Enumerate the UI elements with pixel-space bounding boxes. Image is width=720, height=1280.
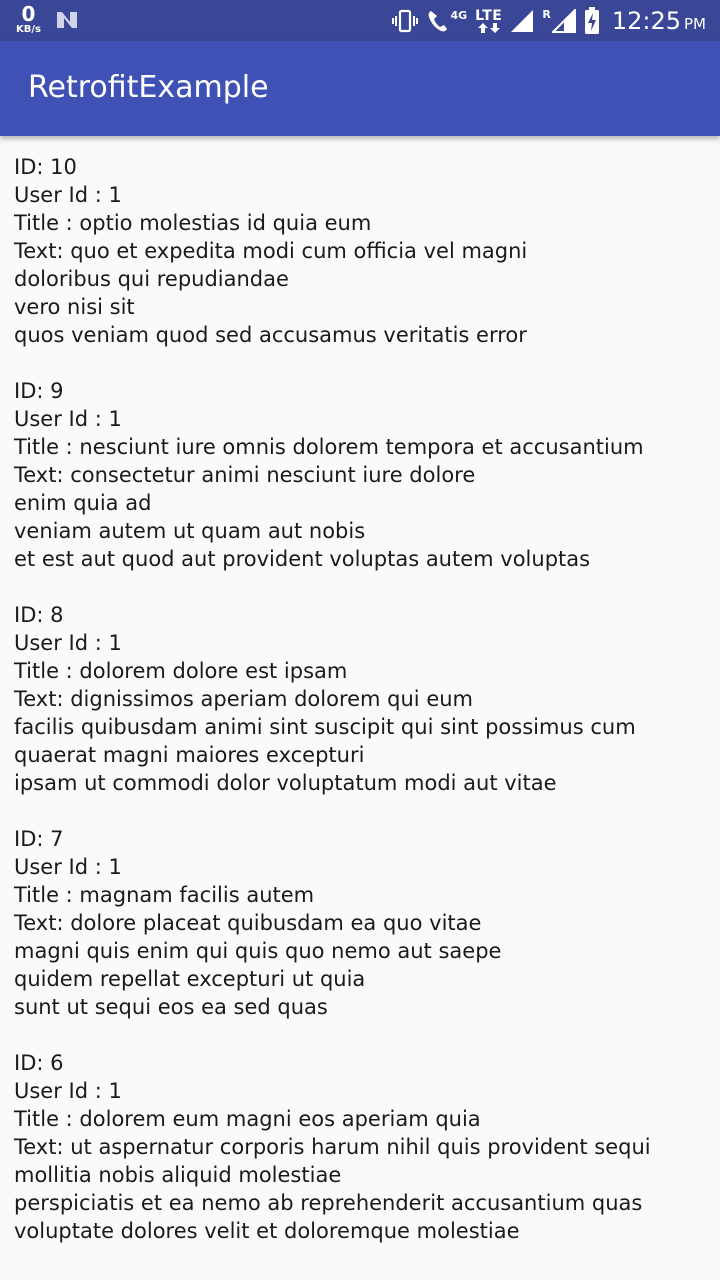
post-title: Title : dolorem eum magni eos aperiam qu… (14, 1107, 481, 1131)
post-text-line: quidem repellat excepturi ut quia (14, 967, 366, 991)
post-text-line: Text: dignissimos aperiam dolorem qui eu… (14, 687, 474, 711)
app-bar: RetrofitExample (0, 41, 720, 136)
lte-indicator: LTE (475, 9, 502, 33)
status-bar: 0 KB/s 4G LTE R 12:25 PM (0, 0, 720, 41)
post-text-line: perspiciatis et ea nemo ab reprehenderit… (14, 1191, 643, 1215)
clock-ampm: PM (684, 14, 706, 33)
signal-icon (510, 9, 534, 33)
post-user-id: User Id : 1 (14, 407, 122, 431)
post-item: ID: 6 User Id : 1 Title : dolorem eum ma… (14, 1049, 710, 1245)
status-bar-right: 4G LTE R 12:25 PM (383, 0, 706, 41)
post-text-line: quos veniam quod sed accusamus veritatis… (14, 323, 527, 347)
post-text-line: Text: dolore placeat quibusdam ea quo vi… (14, 911, 482, 935)
n-notification-icon (55, 10, 79, 35)
post-text-line: magni quis enim qui quis quo nemo aut sa… (14, 939, 502, 963)
post-title: Title : dolorem dolore est ipsam (14, 659, 348, 683)
roaming-label: R (542, 8, 551, 21)
battery-charging-icon (584, 6, 600, 35)
post-id: ID: 7 (14, 827, 64, 851)
network-type-label: 4G (450, 9, 468, 22)
post-text-line: voluptate dolores velit et doloremque mo… (14, 1219, 520, 1243)
post-text-line: mollitia nobis aliquid molestiae (14, 1163, 342, 1187)
status-bar-left: 0 KB/s (16, 4, 79, 35)
post-item: ID: 9 User Id : 1 Title : nesciunt iure … (14, 377, 710, 573)
post-text-line: sunt ut sequi eos ea sed quas (14, 995, 328, 1019)
post-id: ID: 6 (14, 1051, 64, 1075)
post-text-line: Text: quo et expedita modi cum officia v… (14, 239, 528, 263)
post-user-id: User Id : 1 (14, 631, 122, 655)
post-item: ID: 8 User Id : 1 Title : dolorem dolore… (14, 601, 710, 797)
lte-label: LTE (475, 7, 503, 24)
post-id: ID: 9 (14, 379, 64, 403)
data-arrows-icon (477, 22, 500, 33)
wifi-calling-icon: 4G (427, 8, 467, 34)
post-item: ID: 7 User Id : 1 Title : magnam facilis… (14, 825, 710, 1021)
network-speed-value: 0 (21, 2, 36, 26)
post-text-line: et est aut quod aut provident voluptas a… (14, 547, 591, 571)
post-text-line: Text: ut aspernatur corporis harum nihil… (14, 1135, 651, 1159)
posts-list[interactable]: ID: 10 User Id : 1 Title : optio molesti… (14, 153, 710, 1273)
post-text-line: Text: consectetur animi nesciunt iure do… (14, 463, 476, 487)
post-id: ID: 10 (14, 155, 77, 179)
post-text-line: vero nisi sit (14, 295, 135, 319)
network-speed-unit: KB/s (16, 24, 41, 35)
post-user-id: User Id : 1 (14, 855, 122, 879)
post-user-id: User Id : 1 (14, 183, 122, 207)
post-text-line: quaerat magni maiores excepturi (14, 743, 365, 767)
post-id: ID: 8 (14, 603, 64, 627)
signal-roaming-icon: R (542, 8, 576, 33)
post-title: Title : optio molestias id quia eum (14, 211, 372, 235)
app-title: RetrofitExample (28, 70, 269, 105)
post-user-id: User Id : 1 (14, 1079, 122, 1103)
vibrate-icon (391, 9, 419, 33)
network-speed: 0 KB/s (16, 4, 41, 35)
clock-time: 12:25 (611, 6, 681, 35)
status-time: 12:25 PM (612, 7, 706, 35)
post-item: ID: 10 User Id : 1 Title : optio molesti… (14, 153, 710, 349)
post-title: Title : magnam facilis autem (14, 883, 315, 907)
post-text-line: facilis quibusdam animi sint suscipit qu… (14, 715, 636, 739)
post-text-line: veniam autem ut quam aut nobis (14, 519, 366, 543)
post-text-line: ipsam ut commodi dolor voluptatum modi a… (14, 771, 557, 795)
post-text-line: doloribus qui repudiandae (14, 267, 289, 291)
post-text-line: enim quia ad (14, 491, 152, 515)
post-title: Title : nesciunt iure omnis dolorem temp… (14, 435, 644, 459)
